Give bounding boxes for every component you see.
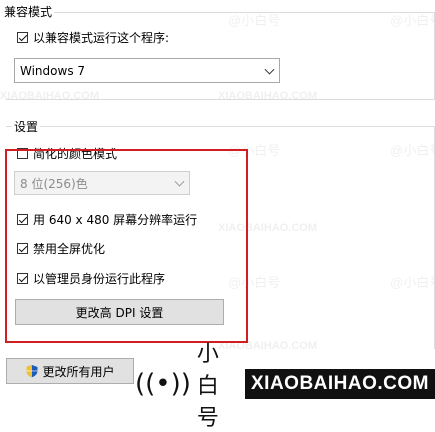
os-version-select[interactable]: Windows 7: [14, 58, 280, 83]
brand-en: XIAOBAIHAO.COM: [245, 369, 435, 399]
compat-mode-title: 兼容模式: [2, 3, 55, 20]
compat-mode-checkbox[interactable]: [17, 31, 28, 43]
highlight-box: [5, 149, 248, 343]
os-version-value: Windows 7: [20, 63, 86, 78]
signal-icon: ((•)): [135, 369, 191, 399]
change-all-users-button[interactable]: 更改所有用户: [6, 358, 134, 384]
compat-mode-checkbox-row[interactable]: 以兼容模式运行这个程序:: [17, 28, 169, 46]
shield-icon: [26, 365, 38, 378]
brand-watermark: ((•)) 小白号 XIAOBAIHAO.COM: [135, 342, 435, 431]
chevron-down-icon: [264, 64, 275, 75]
change-all-users-label: 更改所有用户: [42, 364, 115, 379]
compat-mode-checkbox-label: 以兼容模式运行这个程序:: [33, 30, 170, 45]
brand-cn: 小白号: [196, 342, 221, 431]
settings-title: 设置: [12, 118, 41, 135]
compat-mode-group: [6, 12, 435, 100]
